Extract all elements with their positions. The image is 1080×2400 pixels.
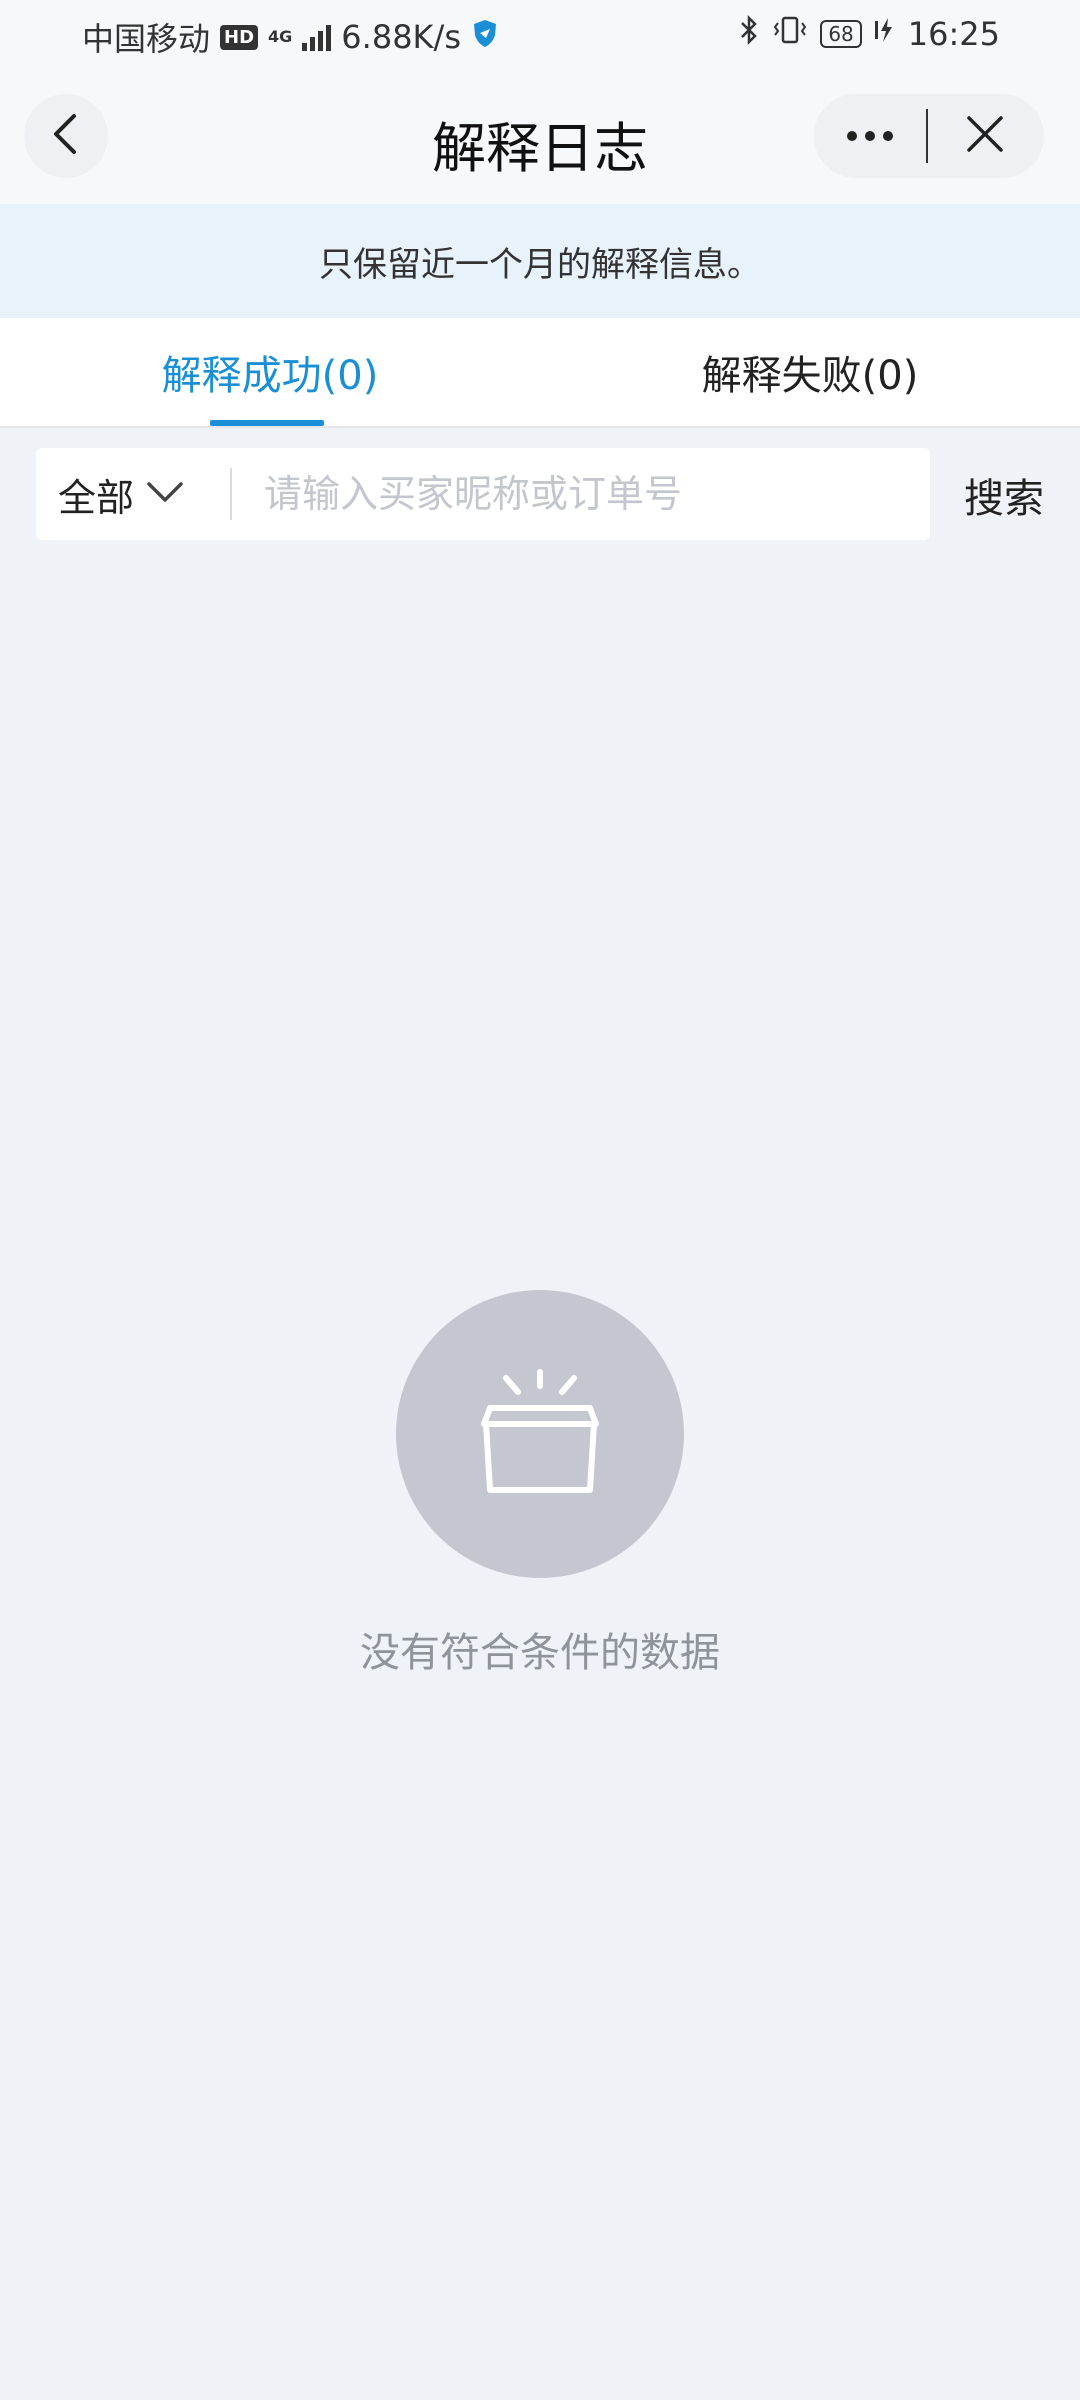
active-tab-indicator — [210, 420, 324, 426]
filter-dropdown[interactable]: 全部 — [36, 448, 230, 540]
close-icon — [965, 114, 1005, 158]
notice-banner: 只保留近一个月的解释信息。 — [0, 204, 1080, 318]
empty-box-icon — [396, 1290, 684, 1578]
tab-bar: 解释成功(0) 解释失败(0) — [0, 318, 1080, 428]
bluetooth-icon — [738, 14, 760, 54]
network-type: 4G — [268, 27, 293, 46]
search-row: 全部 搜索 — [0, 428, 1080, 560]
more-dots-icon — [846, 127, 894, 146]
mini-program-capsule — [814, 94, 1044, 178]
charging-icon — [874, 15, 896, 53]
top-navigation-bar: 解释日志 — [0, 70, 1080, 204]
filter-dropdown-label: 全部 — [58, 475, 135, 520]
battery-indicator: 68 — [820, 20, 862, 48]
more-button[interactable] — [814, 94, 926, 178]
search-button[interactable]: 搜索 — [964, 466, 1044, 524]
carrier-name: 中国移动 — [82, 20, 211, 58]
status-bar: 中国移动 HD 4G 6.88K/s 68 16:25 — [0, 0, 1080, 70]
search-box: 全部 — [36, 448, 930, 540]
search-input[interactable] — [262, 471, 906, 517]
filter-divider — [230, 468, 232, 520]
clock: 16:25 — [907, 15, 1000, 53]
shield-icon — [471, 18, 499, 56]
vibrate-icon — [772, 14, 808, 54]
hd-badge: HD — [220, 24, 259, 50]
chevron-down-icon — [146, 480, 184, 508]
status-bar-right: 68 16:25 — [738, 14, 1000, 54]
status-bar-left: 中国移动 HD 4G 6.88K/s — [82, 14, 499, 60]
tab-failed[interactable]: 解释失败(0) — [540, 318, 1080, 426]
network-speed: 6.88K/s — [341, 18, 461, 56]
empty-state-message: 没有符合条件的数据 — [360, 1630, 720, 1676]
signal-icon — [302, 23, 332, 51]
tab-success[interactable]: 解释成功(0) — [0, 318, 540, 426]
close-button[interactable] — [928, 94, 1042, 178]
